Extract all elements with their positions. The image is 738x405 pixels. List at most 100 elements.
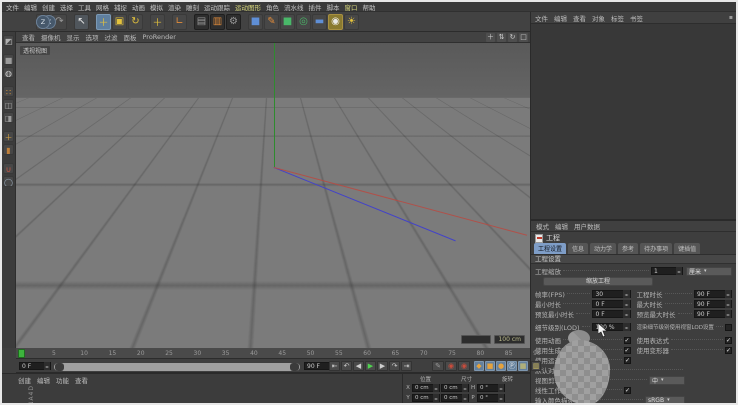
menu-item[interactable]: 网格 [96, 2, 109, 12]
render-picture-viewer-icon[interactable]: ▥ [210, 14, 225, 30]
max-time-field[interactable]: 90 F◂▸ [694, 300, 732, 308]
next-key-button[interactable]: ↷ [389, 361, 400, 371]
add-floor-icon[interactable]: ▬ [312, 14, 327, 30]
polygon-mode-icon[interactable]: ◨ [3, 112, 14, 123]
range-handle-left[interactable] [55, 363, 64, 371]
live-selection-icon[interactable]: ↖ [74, 14, 89, 30]
viewport-menu-item[interactable]: 显示 [67, 32, 80, 42]
texture-mode-icon[interactable]: ◍ [3, 67, 14, 78]
prev-key-button[interactable]: ↶ [341, 361, 352, 371]
rotation-p-field[interactable]: 0 °◂▸ [477, 394, 505, 402]
viewport-menu-item[interactable]: 查看 [22, 32, 35, 42]
menu-item[interactable]: 雕刻 [186, 2, 199, 12]
position-x-field[interactable]: 0 cm◂▸ [412, 384, 440, 392]
material-menu-item[interactable]: 编辑 [37, 375, 50, 385]
stepper-icon[interactable]: ◂▸ [498, 384, 504, 392]
key-parameter-toggle[interactable]: Ⓟ [507, 361, 517, 371]
timeline-range-slider[interactable] [54, 363, 300, 371]
record-active-objects-button[interactable]: ◉ [445, 361, 457, 371]
menu-item[interactable]: 文件 [6, 2, 19, 12]
position-y-field[interactable]: 0 cm◂▸ [412, 394, 440, 402]
size-x-field[interactable]: 0 cm◂▸ [441, 384, 469, 392]
viewport-menu-item[interactable]: 面板 [124, 32, 137, 42]
size-y-field[interactable]: 0 cm◂▸ [441, 394, 469, 402]
preview-min-field[interactable]: 0 F◂▸ [592, 310, 630, 318]
move-tool-icon[interactable]: ＋ [96, 14, 111, 30]
workplane-icon[interactable]: ◯ [3, 176, 14, 187]
render-lod-checkbox[interactable] [725, 324, 732, 331]
attribute-menu-item[interactable]: 用户数据 [574, 221, 600, 231]
add-cube-icon[interactable]: ■ [248, 14, 263, 30]
attribute-menu-item[interactable]: 编辑 [555, 221, 568, 231]
use-generators-checkbox[interactable]: ✓ [624, 347, 631, 354]
object-manager-menu-item[interactable]: 编辑 [554, 13, 567, 23]
range-start-field[interactable]: 0 F◂▸ [19, 362, 51, 371]
key-pla-toggle[interactable]: ▦ [518, 361, 528, 371]
min-time-field[interactable]: 0 F◂▸ [592, 300, 630, 308]
viewport-menu-item[interactable]: 选项 [86, 32, 99, 42]
attribute-tab[interactable]: 动力学 [590, 243, 616, 254]
viewport-canvas[interactable]: 透视视图 100 cm [16, 43, 530, 348]
render-view-icon[interactable]: ▤ [194, 14, 209, 30]
autokeying-button[interactable]: ◉ [458, 361, 470, 371]
object-manager-menu-item[interactable]: 文件 [535, 13, 548, 23]
dolly-view-icon[interactable]: ⇅ [497, 33, 506, 42]
edge-mode-icon[interactable]: ◫ [3, 99, 14, 110]
use-expressions-checkbox[interactable]: ✓ [725, 337, 732, 344]
goto-end-button[interactable]: ⇥ [401, 361, 412, 371]
menu-item[interactable]: 流水线 [284, 2, 304, 12]
attribute-tab[interactable]: 信息 [568, 243, 588, 254]
linear-workflow-checkbox[interactable]: ✓ [624, 387, 631, 394]
attribute-tab[interactable]: 参考 [618, 243, 638, 254]
project-time-field[interactable]: 90 F◂▸ [694, 290, 732, 298]
material-menu-item[interactable]: 查看 [75, 375, 88, 385]
fps-field[interactable]: 30◂▸ [592, 290, 630, 298]
use-animation-checkbox[interactable]: ✓ [624, 337, 631, 344]
scale-project-button[interactable]: 缩放工程 [543, 277, 653, 286]
add-light-icon[interactable]: ☀ [344, 14, 359, 30]
coordinate-system-icon[interactable]: ∟ [172, 14, 187, 30]
play-forward-button[interactable]: ▶ [365, 361, 376, 371]
object-manager-menu-item[interactable]: 书签 [630, 13, 643, 23]
viewport-menu-item[interactable]: ProRender [143, 33, 176, 41]
menu-item[interactable]: 创建 [42, 2, 55, 12]
stepper-icon[interactable]: ◂▸ [623, 290, 629, 298]
toggle-views-icon[interactable]: □ [519, 33, 528, 42]
stepper-icon[interactable]: ◂▸ [725, 310, 731, 318]
attribute-tab[interactable]: 键插值 [674, 243, 700, 254]
object-manager-menu-item[interactable]: 查看 [573, 13, 586, 23]
add-camera-icon[interactable]: ◉ [328, 14, 343, 30]
prev-frame-button[interactable]: ◀ [353, 361, 364, 371]
viewport-menu-item[interactable]: 摄像机 [41, 32, 61, 42]
menu-item[interactable]: 编辑 [24, 2, 37, 12]
point-mode-icon[interactable]: ∷ [3, 86, 14, 97]
menu-item[interactable]: 模拟 [150, 2, 163, 12]
stepper-icon[interactable]: ◂▸ [433, 394, 439, 402]
menu-item[interactable]: 窗口 [345, 2, 358, 12]
lock-z-axis-icon[interactable]: Z [36, 15, 50, 29]
stepper-icon[interactable]: ◂▸ [725, 290, 731, 298]
preview-max-field[interactable]: 90 F◂▸ [694, 310, 732, 318]
stepper-icon[interactable]: ◂▸ [44, 362, 50, 370]
stepper-icon[interactable]: ◂▸ [623, 300, 629, 308]
attribute-menu-item[interactable]: 模式 [536, 221, 549, 231]
make-editable-icon[interactable]: ◩ [3, 35, 14, 46]
stepper-icon[interactable]: ◂▸ [725, 300, 731, 308]
menu-item[interactable]: 帮助 [363, 2, 376, 12]
stepper-icon[interactable]: ◂▸ [623, 310, 629, 318]
menu-item[interactable]: 工具 [78, 2, 91, 12]
object-manager-menu-item[interactable]: 对象 [592, 13, 605, 23]
menu-item[interactable]: 运动跟踪 [204, 2, 230, 12]
attribute-tab[interactable]: 工程设置 [534, 243, 566, 254]
menu-item[interactable]: 运动图形 [235, 2, 261, 12]
rotate-view-icon[interactable]: ↻ [508, 33, 517, 42]
key-rotation-toggle[interactable]: ● [496, 361, 506, 371]
stepper-icon[interactable]: ◂▸ [462, 394, 468, 402]
use-motion-system-checkbox[interactable]: ✓ [624, 357, 631, 364]
stepper-icon[interactable]: ◂▸ [676, 267, 682, 275]
menu-item[interactable]: 脚本 [327, 2, 340, 12]
viewport-solo-icon[interactable]: ▮ [3, 144, 14, 155]
stepper-icon[interactable]: ◂▸ [623, 323, 629, 331]
range-handle-right[interactable] [290, 363, 299, 371]
pan-view-icon[interactable]: ＋ [486, 33, 495, 42]
